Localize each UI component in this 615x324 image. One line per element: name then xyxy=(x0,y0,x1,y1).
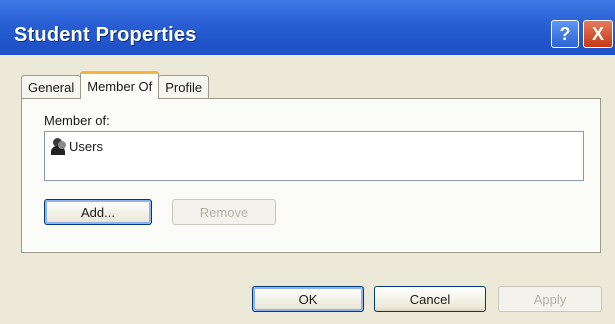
help-icon: ? xyxy=(559,23,571,44)
remove-button[interactable]: Remove xyxy=(172,199,276,225)
close-button[interactable]: X xyxy=(583,20,613,48)
tab-general[interactable]: General xyxy=(21,75,82,99)
tab-profile[interactable]: Profile xyxy=(158,75,210,99)
tab-member-of[interactable]: Member Of xyxy=(80,71,160,99)
user-group-icon xyxy=(51,138,67,155)
tab-panel: Member of: Users Add... Remove xyxy=(21,98,601,253)
close-icon: X xyxy=(591,23,604,44)
window-title: Student Properties xyxy=(14,24,197,46)
help-button[interactable]: ? xyxy=(551,20,579,48)
add-button[interactable]: Add... xyxy=(44,199,152,225)
apply-button[interactable]: Apply xyxy=(498,286,602,312)
list-item[interactable]: Users xyxy=(51,138,103,155)
properties-dialog: Student Properties ? X General Member Of… xyxy=(0,0,615,324)
member-of-label: Member of: xyxy=(44,113,110,128)
cancel-button[interactable]: Cancel xyxy=(374,286,486,312)
member-of-list[interactable]: Users xyxy=(44,131,584,181)
list-item-label: Users xyxy=(69,139,103,154)
ok-button[interactable]: OK xyxy=(252,286,364,312)
dialog-body: General Member Of Profile Member of: Use… xyxy=(0,55,615,324)
tab-strip: General Member Of Profile xyxy=(21,71,210,99)
